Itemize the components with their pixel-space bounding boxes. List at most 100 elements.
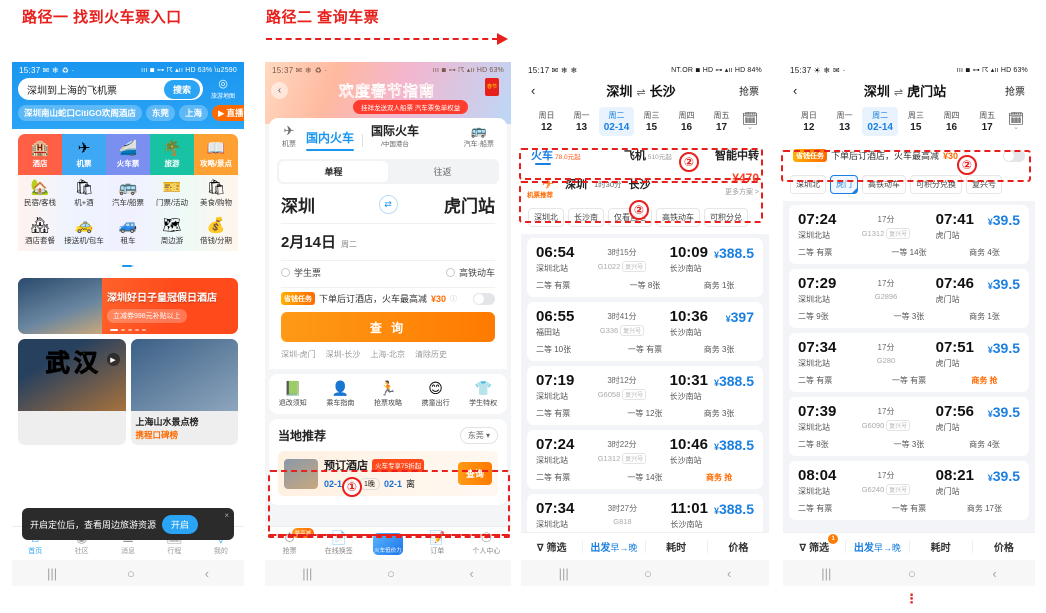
date-cell-3[interactable]: 周三 15 (898, 107, 934, 136)
grid-item-bnb[interactable]: 🏡 民宿/客栈 (18, 175, 62, 213)
filter-button[interactable]: ∇ 筛选 1 (783, 534, 845, 554)
grid-item-transfer[interactable]: 🚕 接送机/包车 (62, 213, 106, 251)
local-city-selector[interactable]: 东莞 ▾ (459, 427, 498, 444)
play-icon[interactable]: ▶ (106, 353, 120, 366)
promo-banner[interactable]: 深圳好日子皇冠假日酒店 立减券998元补贴以上 (18, 278, 238, 334)
table-row[interactable]: 07:24 深圳北站 3时22分 G1312 复兴号 10:46 长沙南站 ¥388.5… (527, 430, 763, 489)
mode-tab-plane[interactable]: 飞机 510元起 (624, 147, 672, 163)
sort-price-button[interactable]: 价格 (708, 539, 769, 554)
tab-profile[interactable]: ☉ 个人中心 (462, 531, 511, 556)
table-row[interactable]: 08:04 深圳北站 17分 G6240 复兴号 08:21 虎门站 ¥39.5 二等 … (789, 461, 1029, 520)
history-item-1[interactable]: 深圳-长沙 (326, 349, 361, 360)
back-button[interactable]: ‹ (469, 566, 473, 581)
recents-button[interactable]: ||| (821, 566, 831, 581)
search-input[interactable]: 深圳到上海的飞机票 搜索 (18, 78, 203, 100)
sort-duration-button[interactable]: 耗时 (646, 539, 707, 554)
mode-tab-transfer[interactable]: 智能中转 (715, 147, 759, 163)
mode-tab-train[interactable]: 火车 78.0元起 (531, 147, 581, 163)
filter-chip-4[interactable]: 可积分兑 (704, 208, 748, 227)
save-task-toggle[interactable] (473, 292, 495, 305)
back-button[interactable]: ‹ (271, 82, 288, 99)
help-icon[interactable]: ⓘ (450, 294, 457, 304)
feed-tile-shanghai[interactable]: 上海山水景点榜 携程口碑榜 (130, 339, 238, 445)
recents-button[interactable]: ||| (559, 566, 569, 581)
table-row[interactable]: 06:55 福田站 3时41分 G336 复兴号 10:36 长沙南站 ¥397 二等 … (527, 302, 763, 361)
table-row[interactable]: 07:34 深圳北站 3时27分 G818 11:01 长沙南站 ¥388.5 (527, 494, 763, 536)
tab-grab-ticket[interactable]: ⏱ 抢票 最高减 (265, 528, 315, 556)
history-item-0[interactable]: 深圳-虎门 (281, 349, 316, 360)
sort-price-button[interactable]: 价格 (973, 539, 1035, 554)
tab-flight[interactable]: ✈ 机票 (277, 124, 301, 153)
back-button[interactable]: ‹ (531, 83, 553, 98)
date-cell-1[interactable]: 周一 13 (827, 107, 863, 136)
travel-map-button[interactable]: ◎ 旅游地图 (208, 78, 238, 100)
tab-intl-train[interactable]: 国际火车 /中国港台 (366, 125, 424, 153)
grab-ticket-button[interactable]: 抢票 (995, 83, 1025, 98)
option-student[interactable]: 学生票 (281, 266, 388, 279)
calendar-icon[interactable]: 🗓 ⌄ (1005, 112, 1027, 131)
filter-chip-1-selected[interactable]: 虎门 (830, 175, 858, 194)
filter-chip-0[interactable]: 深圳北 (528, 208, 564, 227)
grid-item-flight-hotel[interactable]: 🛍 机+酒 (62, 175, 106, 213)
back-button[interactable]: ‹ (992, 566, 996, 581)
date-cell-1[interactable]: 周一 13 (564, 107, 599, 136)
date-row[interactable]: 2月14日 周二 (269, 226, 507, 258)
date-cell-2-selected[interactable]: 周二 02-14 (862, 107, 899, 136)
grid-item-hotel-package[interactable]: 🏘 酒店套餐 (18, 213, 62, 251)
quick-link-guide[interactable]: 👤 乘车指南 (317, 381, 365, 408)
date-cell-4[interactable]: 周四 16 (669, 107, 704, 136)
grid-item-nearby[interactable]: 🗺 周边游 (150, 213, 194, 251)
filter-button[interactable]: ∇ 筛选 (521, 539, 582, 554)
hot-chip-2[interactable]: 上海 (178, 105, 208, 121)
date-cell-4[interactable]: 周四 16 (934, 107, 970, 136)
back-button[interactable]: ‹ (727, 566, 731, 581)
sort-departure-button[interactable]: 出发早→晚 (846, 539, 908, 554)
from-city[interactable]: 深圳 (281, 192, 379, 217)
filter-chip-4[interactable]: 复兴号 (966, 175, 1002, 194)
back-button[interactable]: ‹ (793, 83, 815, 98)
grid-item-loan[interactable]: 💰 借钱/分期 (194, 213, 238, 251)
date-cell-2-selected[interactable]: 周二 02-14 (599, 107, 634, 136)
grid-item-ticket[interactable]: 🎫 门票/活动 (150, 175, 194, 213)
tab-online-change[interactable]: 📄 在线换签 (314, 531, 363, 556)
filter-chip-3[interactable]: 可积分兑换 (910, 175, 962, 194)
tab-domestic-train[interactable]: 国内火车 (301, 129, 359, 153)
save-task-toggle[interactable] (1003, 149, 1025, 162)
filter-chip-3[interactable]: 高铁动车 (656, 208, 700, 227)
trip-type-roundtrip[interactable]: 往返 (388, 161, 497, 182)
grid-item-guide[interactable]: 📖 攻略/景点 (194, 134, 238, 175)
table-row[interactable]: 07:29 深圳北站 17分 G2896 07:46 虎门站 ¥39.5 二等 9张 一… (789, 269, 1029, 328)
date-cell-0[interactable]: 周日 12 (529, 107, 564, 136)
back-button[interactable]: ‹ (205, 566, 209, 581)
recents-button[interactable]: ||| (302, 566, 312, 581)
sort-departure-button[interactable]: 出发早→晚 (583, 539, 644, 554)
date-cell-5[interactable]: 周五 17 (704, 107, 739, 136)
table-row[interactable]: 07:39 深圳北站 17分 G6090 复兴号 07:56 虎门站 ¥39.5 二等 … (789, 397, 1029, 456)
home-button[interactable]: ○ (127, 566, 135, 581)
grid-item-flight[interactable]: ✈ 机票 (62, 134, 106, 175)
quick-link-student[interactable]: 👕 学生特权 (459, 381, 507, 408)
home-button[interactable]: ○ (908, 566, 916, 581)
date-cell-0[interactable]: 周日 12 (791, 107, 827, 136)
query-button[interactable]: 查 询 (281, 312, 495, 342)
filter-chip-1[interactable]: 长沙南 (568, 208, 604, 227)
table-row[interactable]: 07:34 深圳北站 17分 G280 07:51 虎门站 ¥39.5 二等 有票 一等… (789, 333, 1029, 392)
home-button[interactable]: ○ (644, 566, 652, 581)
filter-chip-2[interactable]: 高铁动车 (862, 175, 906, 194)
hotel-promo[interactable]: 预订酒店 火车专享75折起 02-1 住 1晚 02-1 离 查询 (278, 451, 498, 496)
feed-tile-wuhan[interactable]: 武 汉 ▶ (18, 339, 126, 445)
close-icon[interactable]: × (224, 511, 229, 520)
sort-duration-button[interactable]: 耗时 (910, 539, 972, 554)
flight-more-link[interactable]: 更多方案 > (725, 187, 759, 197)
grid-item-bus-boat[interactable]: 🚌 汽车/船票 (106, 175, 150, 213)
calendar-icon[interactable]: 🗓 ⌄ (739, 112, 761, 131)
to-city[interactable]: 虎门站 (398, 192, 495, 217)
hot-chip-0[interactable]: 深圳南山蛇口CitiGO欢阁酒店 (18, 105, 142, 121)
grid-item-train[interactable]: 🚄 火车票 (106, 134, 150, 175)
hotel-query-button[interactable]: 查询 (457, 462, 492, 485)
swap-icon[interactable]: ⇄ (378, 195, 398, 214)
filter-chip-0[interactable]: 深圳北 (790, 175, 826, 194)
grid-item-food[interactable]: 🛍 美食/购物 (194, 175, 238, 213)
tab-center-fab[interactable]: 火车低价力 (363, 532, 412, 555)
option-highspeed[interactable]: 高铁动车 (388, 266, 495, 279)
